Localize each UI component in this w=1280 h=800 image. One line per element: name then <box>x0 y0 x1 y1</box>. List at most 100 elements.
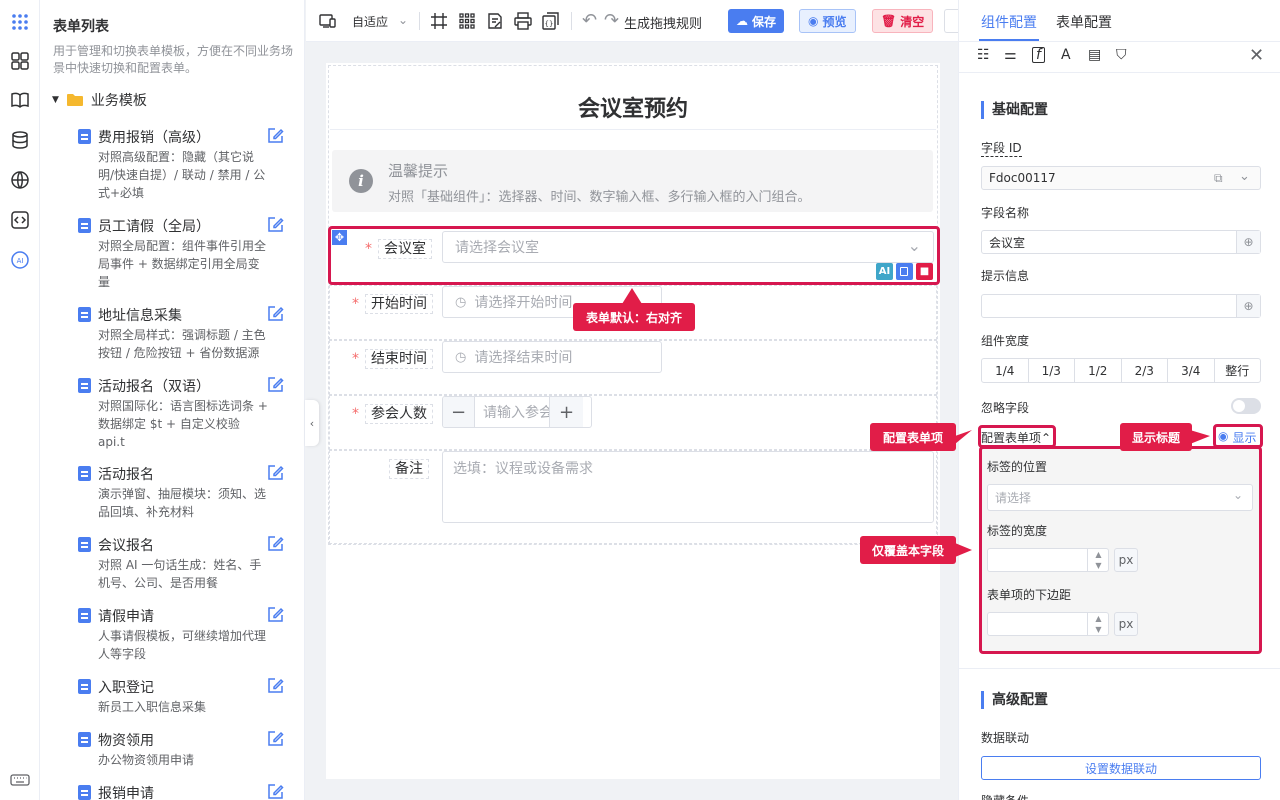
grid-icon[interactable] <box>10 51 30 71</box>
end-time-picker[interactable]: ◷ 请选择结束时间 <box>442 341 662 373</box>
undo-icon[interactable]: ↶ <box>582 10 597 31</box>
sliders-icon[interactable]: ⚌ <box>1004 47 1017 63</box>
collapse-handle[interactable]: ‹ <box>305 400 319 446</box>
folder-node[interactable]: ▼ 业务模板 <box>52 90 147 110</box>
field-name-input[interactable]: 会议室 ⊕ <box>981 230 1261 254</box>
hint-input[interactable]: ⊕ <box>981 294 1261 318</box>
set-data-linkage-button[interactable]: 设置数据联动 <box>981 756 1261 780</box>
form-item-toggle[interactable]: 配置表单项⌃ <box>981 429 1051 446</box>
chevron-down-icon: ⌄ <box>1233 488 1244 502</box>
item-description: 对照国际化：语言图标选词条 + 数据绑定 $t + 自定义校验 api.t <box>98 399 268 449</box>
item-description: 人事请假模板，可继续增加代理人等字段 <box>98 629 267 661</box>
edit-icon[interactable] <box>266 730 284 748</box>
delete-action-button[interactable]: ■ <box>916 263 933 280</box>
hidden-condition-label: 隐藏条件 <box>981 792 1029 800</box>
caret-down-icon[interactable]: ▼ <box>52 95 59 105</box>
attendees-number-input[interactable]: − 请输入参会人数 + <box>442 396 592 428</box>
ai-icon[interactable]: AI <box>10 250 30 270</box>
tab-component-config[interactable]: 组件配置 <box>981 12 1037 32</box>
keyboard-icon[interactable] <box>10 770 30 790</box>
shield-icon[interactable]: ⛉ <box>1116 47 1127 63</box>
width-option[interactable]: 2/3 <box>1122 359 1168 382</box>
close-icon[interactable]: ✕ <box>1249 45 1264 66</box>
preview-button[interactable]: ◉ 预览 <box>799 9 856 33</box>
globe-icon[interactable]: ⊕ <box>1236 295 1260 317</box>
layout-mode-select[interactable]: 自适应 ⌄ <box>352 13 408 30</box>
field-id-value: Fdoc00117 <box>989 171 1056 185</box>
edit-icon[interactable] <box>266 376 284 394</box>
text-style-icon[interactable]: A <box>1061 47 1071 63</box>
function-icon[interactable]: f <box>1032 47 1045 63</box>
copy-action-button[interactable] <box>896 263 913 280</box>
more-button[interactable] <box>944 9 958 33</box>
width-option[interactable]: 1/3 <box>1029 359 1075 382</box>
width-option[interactable]: 1/4 <box>982 359 1029 382</box>
edit-icon[interactable] <box>266 783 284 800</box>
width-option[interactable]: 整行 <box>1215 359 1261 382</box>
edit-icon[interactable] <box>266 305 284 323</box>
document-icon <box>78 537 91 552</box>
grid-dots-icon[interactable] <box>458 12 476 30</box>
item-description: 对照 AI 一句话生成：姓名、手机号、公司、是否用餐 <box>98 558 262 590</box>
chevron-left-icon[interactable]: ‹ <box>310 417 314 430</box>
ignore-field-switch[interactable] <box>1231 398 1261 414</box>
remark-textarea[interactable]: 选填：议程或设备需求 <box>442 451 934 523</box>
section-divider <box>959 668 1280 669</box>
edit-icon[interactable] <box>266 127 284 145</box>
title-divider <box>330 129 936 130</box>
clear-button[interactable]: 🗑 清空 <box>872 9 934 33</box>
item-name: 费用报销（高级） <box>98 130 210 146</box>
redo-icon[interactable]: ↷ <box>604 10 619 31</box>
label-width-label: 标签的宽度 <box>987 524 1048 538</box>
field-label-end: * 结束时间 <box>352 348 433 369</box>
increment-button[interactable]: + <box>549 397 583 427</box>
drag-move-icon[interactable]: ✥ <box>332 230 347 245</box>
database-icon[interactable] <box>10 130 30 150</box>
width-option[interactable]: 3/4 <box>1168 359 1215 382</box>
required-mark: * <box>352 351 359 367</box>
edit-doc-icon[interactable] <box>486 12 504 30</box>
width-option[interactable]: 1/2 <box>1075 359 1122 382</box>
json-icon[interactable]: {} <box>542 12 560 30</box>
globe-icon[interactable]: ⊕ <box>1236 231 1260 253</box>
data-linkage-label: 数据联动 <box>981 731 1030 745</box>
edit-icon[interactable] <box>266 535 284 553</box>
info-icon: i <box>349 169 373 193</box>
frame-icon[interactable] <box>430 12 448 30</box>
code-icon[interactable] <box>10 210 30 230</box>
edit-icon[interactable] <box>266 464 284 482</box>
margin-bottom-input[interactable]: ▲ ▼ <box>987 612 1109 636</box>
book-icon[interactable] <box>10 90 30 110</box>
generate-rules-button[interactable]: 生成拖拽规则 <box>624 13 702 32</box>
form-list-panel: 表单列表 用于管理和切换表单模板，方便在不同业务场景中快速切换和配置表单。 ▼ … <box>40 0 305 800</box>
stepper-arrows-icon[interactable]: ▲ ▼ <box>1087 613 1109 635</box>
label-position-select[interactable]: 请选择 ⌄ <box>987 484 1253 511</box>
apps-grid-icon[interactable] <box>10 12 30 32</box>
decrement-button[interactable]: − <box>443 397 475 427</box>
annotation-label: 配置表单项 <box>870 423 956 451</box>
device-icon[interactable] <box>319 12 337 30</box>
code-window-icon[interactable]: ▤ <box>1088 47 1101 63</box>
show-title-toggle[interactable]: ◉ 显示 <box>1218 429 1257 446</box>
edit-icon[interactable] <box>266 216 284 234</box>
stepper-arrows-icon[interactable]: ▲ ▼ <box>1087 549 1109 571</box>
room-select[interactable]: 请选择会议室 ⌄ <box>442 231 934 263</box>
tab-form-config[interactable]: 表单配置 <box>1056 12 1112 32</box>
ai-action-button[interactable]: AI <box>876 263 893 280</box>
item-name: 员工请假（全局） <box>98 219 210 235</box>
annotation-label: 仅覆盖本字段 <box>860 536 956 564</box>
folder-icon <box>66 94 83 106</box>
copy-icon[interactable]: ⧉ <box>1214 171 1223 186</box>
chevron-down-icon[interactable]: ⌄ <box>1239 169 1250 184</box>
form-title: 会议室预约 <box>577 97 688 122</box>
form-settings-icon[interactable]: ☷ <box>977 47 990 63</box>
trash-icon: ■ <box>919 266 930 277</box>
globe-icon[interactable] <box>10 170 30 190</box>
label-width-input[interactable]: ▲ ▼ <box>987 548 1109 572</box>
field-id-input[interactable]: Fdoc00117 ⧉ ⌄ <box>981 166 1261 190</box>
print-icon[interactable] <box>514 12 532 30</box>
edit-icon[interactable] <box>266 606 284 624</box>
edit-icon[interactable] <box>266 677 284 695</box>
save-button[interactable]: ☁ 保存 <box>728 9 785 33</box>
eye-icon: ◉ <box>808 14 819 28</box>
